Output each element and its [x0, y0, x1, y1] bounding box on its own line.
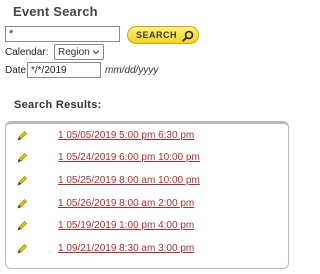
list-item: 1 05/24/2019 6:00 pm 10:00 pm [16, 150, 200, 164]
results-box: 1 05/05/2019 5:00 pm 6:30 pm 1 05/24/201… [5, 121, 289, 269]
search-results-title: Search Results: [14, 99, 102, 111]
result-link[interactable]: 1 05/25/2019 8:00 am 10:00 pm [58, 175, 200, 186]
page-title: Event Search [13, 4, 98, 19]
calendar-label: Calendar: [5, 47, 49, 58]
result-link[interactable]: 1 05/24/2019 6:00 pm 10:00 pm [58, 152, 200, 163]
search-button[interactable]: SEARCH [127, 26, 199, 44]
list-item: 1 09/21/2019 8:30 am 3:00 pm [16, 241, 194, 255]
date-input[interactable]: */*/2019 [27, 62, 101, 78]
pencil-icon[interactable] [16, 151, 28, 163]
result-link[interactable]: 1 05/19/2019 1:00 pm 4:00 pm [58, 220, 194, 231]
list-item: 1 05/19/2019 1:00 pm 4:00 pm [16, 218, 194, 232]
calendar-select[interactable]: Region [54, 44, 104, 60]
pencil-icon[interactable] [16, 242, 28, 254]
date-format-hint: mm/dd/yyyy [105, 65, 159, 76]
search-button-label: SEARCH [136, 30, 178, 40]
search-input[interactable] [5, 26, 120, 42]
list-item: 1 05/26/2019 8:00 am 2:00 pm [16, 196, 194, 210]
pencil-icon[interactable] [16, 174, 28, 186]
list-item: 1 05/05/2019 5:00 pm 6:30 pm [16, 128, 194, 142]
date-label: Date: [5, 65, 29, 76]
list-item: 1 05/25/2019 8:00 am 10:00 pm [16, 173, 200, 187]
pencil-icon[interactable] [16, 219, 28, 231]
calendar-select-value: Region [58, 46, 90, 58]
result-link[interactable]: 1 09/21/2019 8:30 am 3:00 pm [58, 243, 194, 254]
pencil-icon[interactable] [16, 197, 28, 209]
search-icon [182, 29, 194, 42]
result-link[interactable]: 1 05/26/2019 8:00 am 2:00 pm [58, 198, 194, 209]
chevron-down-icon [92, 48, 100, 56]
result-link[interactable]: 1 05/05/2019 5:00 pm 6:30 pm [58, 130, 194, 141]
pencil-icon[interactable] [16, 129, 28, 141]
